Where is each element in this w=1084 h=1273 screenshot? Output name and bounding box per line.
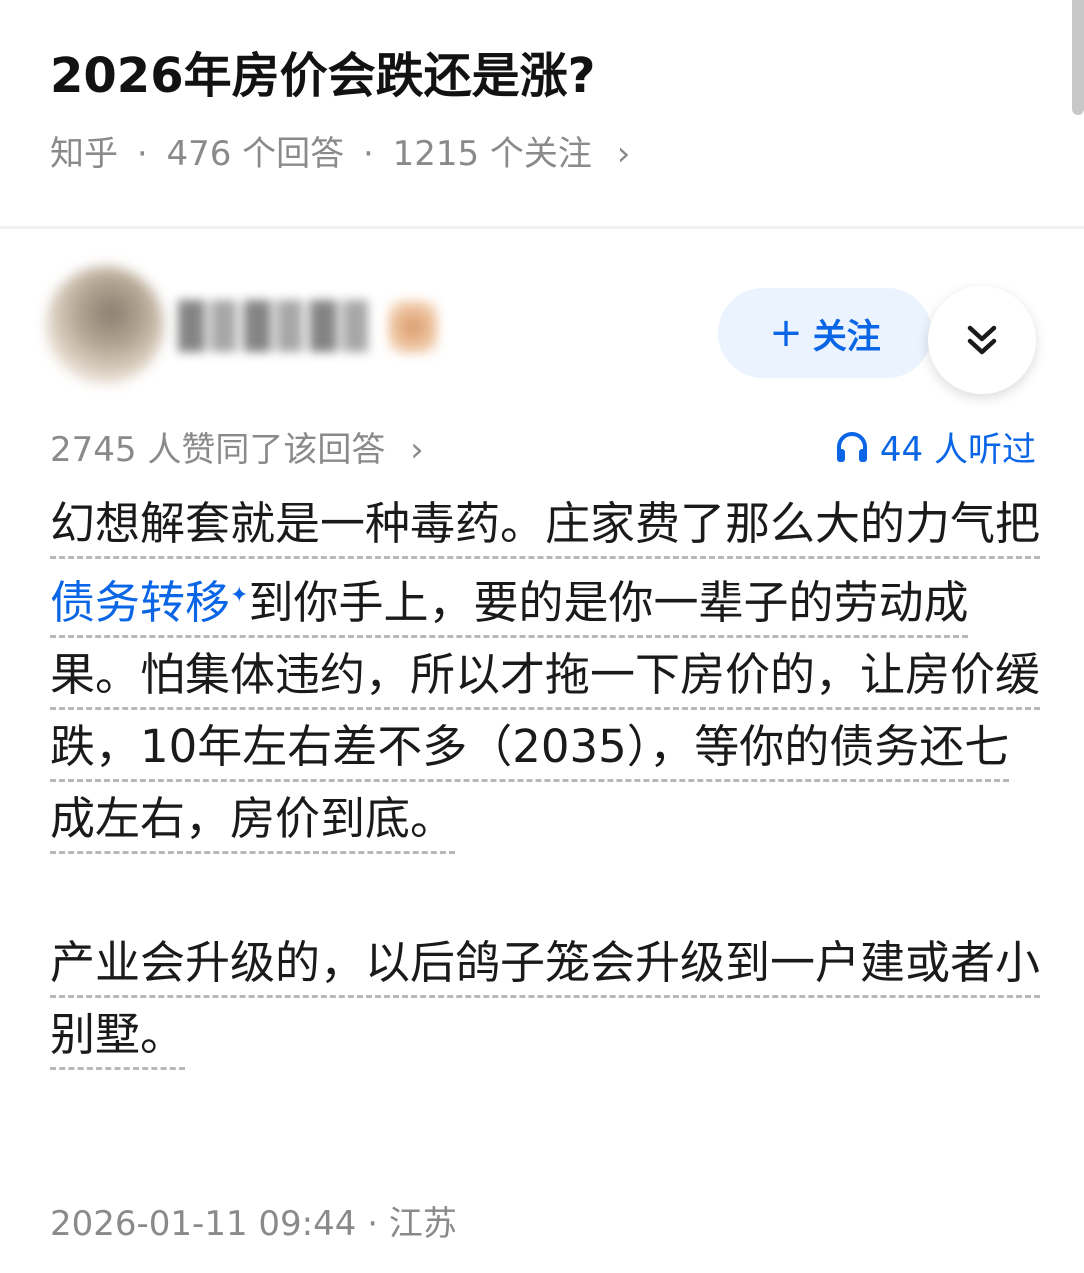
headphones-icon [836,431,867,462]
chevron-right-icon: › [616,134,631,174]
answer-body[interactable]: 幻想解套就是一种毒药。庄家费了那么大的力气把债务转移✦到你手上，要的是你一辈子的… [50,488,1041,1071]
plus-icon: + [769,310,803,356]
answer-footer-meta: 2026-01-11 09:44 · 江苏 [50,1196,457,1245]
follow-button-label: 关注 [812,316,881,357]
double-chevron-down-icon [967,325,997,355]
keyword-link[interactable]: 债务转移 [50,576,230,629]
author-badge-blurred [388,300,438,354]
avatar[interactable] [46,266,164,384]
followers-count: 1215 个关注 [392,134,592,174]
chevron-right-icon: › [410,430,424,470]
separator: · [367,1204,379,1244]
votes-text: 2745 人赞同了该回答 [50,430,386,470]
answer-text: 产业会升级的，以后鸽子笼会升级到一户建或者小别墅。 [50,936,1041,1070]
listen-count: 44 人听过 [879,430,1036,470]
votes-link[interactable]: 2745 人赞同了该回答 › [50,422,424,471]
answer-paragraph: 幻想解套就是一种毒药。庄家费了那么大的力气把债务转移✦到你手上，要的是你一辈子的… [50,488,1041,855]
scrollbar-thumb[interactable] [1072,0,1084,115]
answer-text: 幻想解套就是一种毒药。庄家费了那么大的力气把 [50,497,1041,550]
question-title[interactable]: 2026年房价会跌还是涨? [50,36,595,106]
separator: · [136,134,148,174]
section-divider [0,226,1084,229]
answers-count: 476 个回答 [166,134,345,174]
listen-button[interactable]: 44 人听过 [834,422,1036,471]
timestamp: 2026-01-11 09:44 [50,1204,357,1244]
collapse-button[interactable] [928,286,1036,394]
separator: · [362,134,374,174]
question-meta[interactable]: 知乎 · 476 个回答 · 1215 个关注 › [50,126,630,175]
follow-button[interactable]: + 关注 [718,288,932,378]
sparkle-icon: ✦ [230,583,249,608]
source-label: 知乎 [50,134,118,174]
author-name-blurred[interactable] [178,300,368,352]
answer-paragraph: 产业会升级的，以后鸽子笼会升级到一户建或者小别墅。 [50,927,1041,1071]
location: 江苏 [388,1204,457,1244]
